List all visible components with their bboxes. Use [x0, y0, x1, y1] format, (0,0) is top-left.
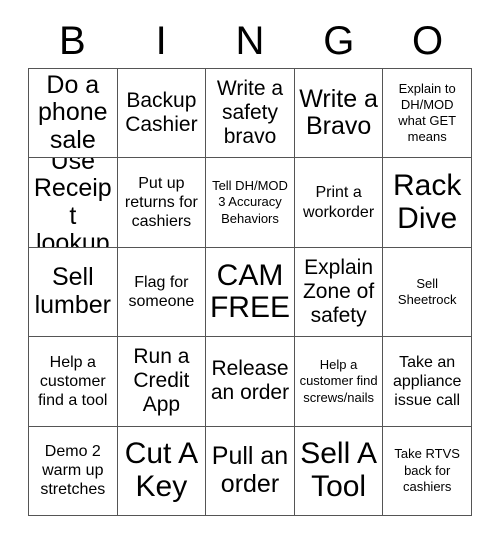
bingo-cell-label: Backup Cashier	[125, 89, 198, 137]
bingo-cell-r5c1[interactable]: Demo 2 warm up stretches	[29, 426, 118, 516]
bingo-cell-r3c4[interactable]: Explain Zone of safety	[294, 247, 384, 338]
bingo-cell-label: Release an order	[210, 357, 290, 405]
bingo-cell-r2c3[interactable]: Tell DH/MOD 3 Accuracy Behaviors	[206, 158, 295, 248]
bingo-cell-label: Use Receipt lookup	[33, 158, 112, 248]
bingo-cell-r1c4[interactable]: Write a Bravo	[294, 69, 384, 159]
bingo-cell-r4c1[interactable]: Help a customer find a tool	[29, 337, 118, 427]
bingo-cell-r2c4[interactable]: Print a workorder	[294, 158, 384, 248]
bingo-cell-label: Do a phone sale	[38, 70, 108, 154]
bingo-cell-label: Sell A Tool	[300, 437, 377, 503]
bingo-header-row: B I N G O	[28, 14, 472, 68]
bingo-cell-label: Rack Dive	[393, 169, 462, 235]
bingo-cell-r2c1[interactable]: Use Receipt lookup	[29, 158, 118, 248]
bingo-cell-label: CAM FREE	[209, 258, 290, 324]
bingo-grid: Do a phone sale Backup Cashier Write a s…	[28, 68, 472, 516]
bingo-cell-r4c2[interactable]: Run a Credit App	[117, 337, 207, 427]
bingo-cell-r5c3[interactable]: Pull an order	[206, 426, 295, 516]
bingo-cell-r1c5[interactable]: Explain to DH/MOD what GET means	[383, 69, 472, 159]
bingo-cell-label: Print a workorder	[303, 184, 375, 221]
bingo-header-letter-n: N	[235, 19, 265, 63]
bingo-cell-label: Explain to DH/MOD what GET means	[398, 80, 457, 145]
bingo-cell-label: Take an appliance issue call	[392, 353, 462, 409]
bingo-cell-label: Take RTVS back for cashiers	[394, 446, 460, 494]
bingo-cell-r3c5[interactable]: Sell Sheetrock	[383, 247, 472, 338]
bingo-cell-label: Help a customer find a tool	[38, 353, 108, 409]
bingo-cell-r3c2[interactable]: Flag for someone	[117, 247, 207, 338]
bingo-cell-label: Pull an order	[211, 442, 289, 498]
bingo-cell-r5c5[interactable]: Take RTVS back for cashiers	[383, 426, 472, 516]
bingo-cell-r3c1[interactable]: Sell lumber	[29, 247, 118, 338]
bingo-header-letter-b: B	[59, 19, 86, 63]
bingo-cell-label: Sell lumber	[34, 263, 111, 319]
bingo-cell-r5c4[interactable]: Sell A Tool	[294, 426, 384, 516]
bingo-cell-r4c5[interactable]: Take an appliance issue call	[383, 337, 472, 427]
bingo-cell-r5c2[interactable]: Cut A Key	[117, 426, 207, 516]
bingo-cell-label: Write a safety bravo	[216, 77, 284, 149]
bingo-cell-label: Demo 2 warm up stretches	[40, 443, 106, 499]
bingo-cell-r3c3[interactable]: CAM FREE	[206, 247, 295, 338]
bingo-card: B I N G O Do a phone sale Backup Cashier…	[0, 0, 500, 544]
bingo-cell-label: Write a Bravo	[299, 84, 378, 141]
bingo-cell-label: Put up returns for cashiers	[124, 174, 198, 231]
bingo-cell-label: Cut A Key	[124, 437, 199, 503]
bingo-cell-r2c5[interactable]: Rack Dive	[383, 158, 472, 248]
bingo-header-letter-o: O	[412, 19, 444, 63]
bingo-cell-label: Explain Zone of safety	[302, 256, 375, 327]
bingo-cell-label: Tell DH/MOD 3 Accuracy Behaviors	[212, 178, 288, 226]
bingo-header-letter-g: G	[323, 19, 355, 63]
bingo-cell-label: Flag for someone	[128, 273, 195, 310]
bingo-cell-r1c3[interactable]: Write a safety bravo	[206, 69, 295, 159]
bingo-cell-r1c1[interactable]: Do a phone sale	[29, 69, 118, 159]
bingo-cell-r4c4[interactable]: Help a customer find screws/nails	[294, 337, 384, 427]
bingo-cell-r2c2[interactable]: Put up returns for cashiers	[117, 158, 207, 248]
bingo-cell-r4c3[interactable]: Release an order	[206, 337, 295, 427]
bingo-cell-label: Help a customer find screws/nails	[299, 357, 378, 405]
bingo-cell-label: Run a Credit App	[133, 345, 190, 417]
bingo-cell-label: Sell Sheetrock	[397, 275, 457, 307]
bingo-cell-r1c2[interactable]: Backup Cashier	[117, 69, 207, 159]
bingo-header-letter-i: I	[155, 19, 167, 63]
